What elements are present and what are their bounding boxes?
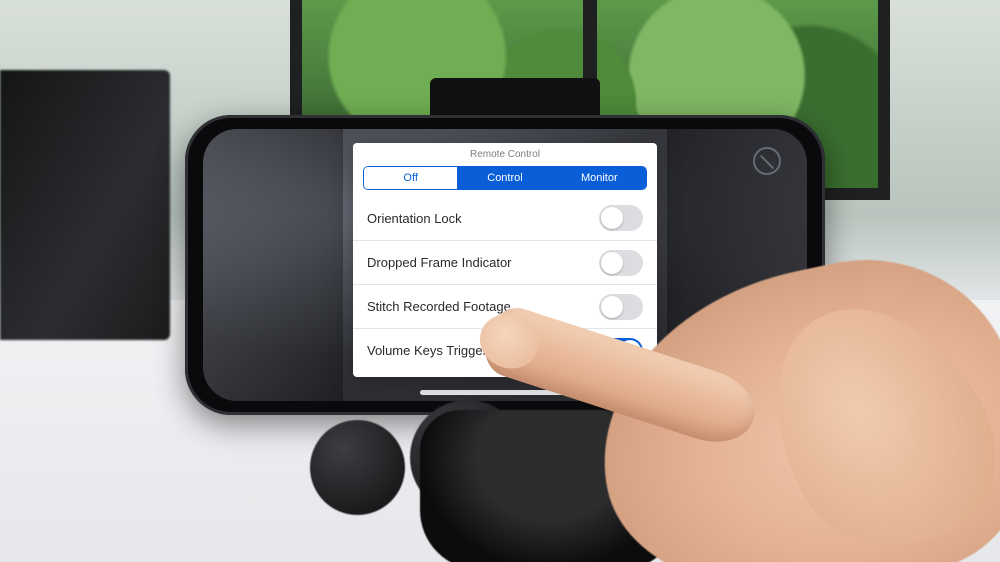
camera-ui-left (203, 129, 343, 401)
camera-lens (310, 420, 405, 515)
toggle-orientation-lock[interactable] (599, 205, 643, 231)
scene-photo: Remote Control Off Control Monitor Orien… (0, 0, 1000, 562)
row-orientation-lock: Orientation Lock (353, 196, 657, 240)
row-label: Stitch Recorded Footage (367, 299, 511, 314)
segmented-control: Off Control Monitor (363, 166, 647, 190)
background-monitor (0, 70, 170, 340)
toggle-dropped-frame[interactable] (599, 250, 643, 276)
phone-screen: Remote Control Off Control Monitor Orien… (203, 129, 807, 401)
home-indicator[interactable] (420, 390, 590, 395)
row-label: Orientation Lock (367, 211, 462, 226)
toggle-volume-keys[interactable] (599, 338, 643, 364)
row-volume-keys: Volume Keys Trigger Recording (353, 328, 657, 372)
no-entry-icon (753, 147, 781, 175)
row-stitch-footage: Stitch Recorded Footage (353, 284, 657, 328)
tripod-head (420, 410, 680, 562)
row-label: Dropped Frame Indicator (367, 255, 512, 270)
toggle-stitch-footage[interactable] (599, 294, 643, 320)
row-dropped-frame: Dropped Frame Indicator (353, 240, 657, 284)
segment-monitor[interactable]: Monitor (552, 167, 646, 189)
shutter-button[interactable] (731, 325, 787, 381)
segment-off[interactable]: Off (364, 167, 457, 189)
settings-rows: Orientation Lock Dropped Frame Indicator… (353, 192, 657, 377)
settings-panel: Remote Control Off Control Monitor Orien… (353, 143, 657, 377)
row-label: Volume Keys Trigger Recording (367, 343, 550, 358)
panel-title: Remote Control (353, 143, 657, 164)
smartphone: Remote Control Off Control Monitor Orien… (185, 115, 825, 415)
segment-control[interactable]: Control (457, 167, 551, 189)
phone-mount-clip (430, 78, 600, 118)
